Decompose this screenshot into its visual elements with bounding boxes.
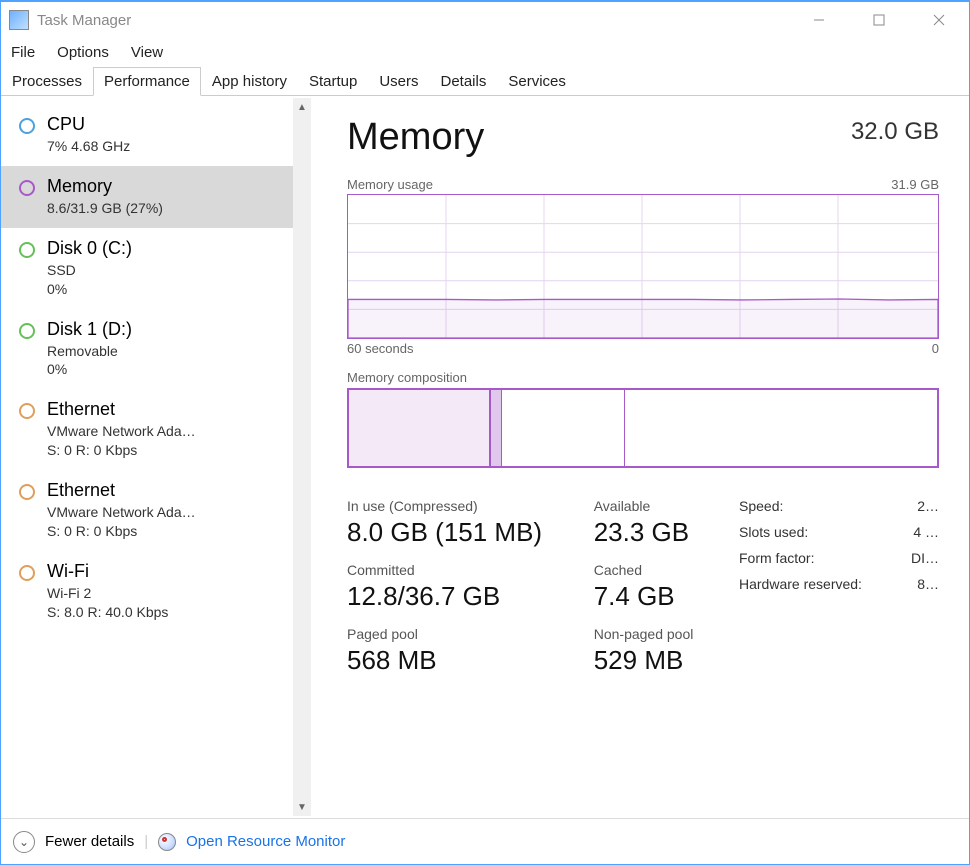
sidebar: CPU 7% 4.68 GHz Memory 8.6/31.9 GB (27%) Dis… (1, 96, 311, 818)
sidebar-item-sub: 8.6/31.9 GB (27%) (47, 199, 163, 218)
status-bullet-icon (19, 118, 35, 134)
sidebar-item-sub: SSD0% (47, 261, 132, 299)
composition-compressed (490, 390, 502, 466)
scroll-down-icon[interactable]: ▼ (293, 798, 311, 816)
sidebar-scrollbar[interactable]: ▲ ▼ (293, 98, 311, 816)
sidebar-item-sub: VMware Network Ada…S: 0 R: 0 Kbps (47, 422, 196, 460)
speed-value: 2… (893, 498, 939, 514)
footer: ⌄ Fewer details | Open Resource Monitor (1, 818, 969, 864)
scroll-up-icon[interactable]: ▲ (293, 98, 311, 116)
maximize-button[interactable] (849, 2, 909, 38)
composition-standby (625, 390, 937, 466)
sidebar-list[interactable]: CPU 7% 4.68 GHz Memory 8.6/31.9 GB (27%) Dis… (1, 96, 311, 818)
sidebar-item-title: Wi-Fi (47, 561, 168, 582)
sidebar-item-disk-0-c-[interactable]: Disk 0 (C:)SSD0% (1, 228, 311, 309)
status-bullet-icon (19, 565, 35, 581)
usage-axis-right: 0 (932, 341, 939, 356)
nonpaged-label: Non-paged pool (594, 626, 717, 642)
usage-axis-left: 60 seconds (347, 341, 414, 356)
sidebar-item-sub: 7% 4.68 GHz (47, 137, 130, 156)
stats-area: In use (Compressed) 8.0 GB (151 MB) Avail… (347, 498, 939, 676)
available-label: Available (594, 498, 717, 514)
committed-label: Committed (347, 562, 566, 578)
menu-view[interactable]: View (127, 42, 167, 63)
status-bullet-icon (19, 242, 35, 258)
sidebar-item-cpu[interactable]: CPU 7% 4.68 GHz (1, 104, 311, 166)
capacity-value: 32.0 GB (851, 118, 939, 146)
paged-value: 568 MB (347, 645, 566, 676)
tab-details[interactable]: Details (430, 67, 498, 95)
sidebar-item-title: Memory (47, 176, 163, 197)
sidebar-item-wi-fi[interactable]: Wi-FiWi-Fi 2S: 8.0 R: 40.0 Kbps (1, 551, 311, 632)
tab-users[interactable]: Users (368, 67, 429, 95)
tabstrip: ProcessesPerformanceApp historyStartupUs… (1, 66, 969, 96)
minimize-button[interactable] (789, 2, 849, 38)
form-value: DI… (893, 550, 939, 566)
sidebar-item-sub: Wi-Fi 2S: 8.0 R: 40.0 Kbps (47, 584, 168, 622)
cached-label: Cached (594, 562, 717, 578)
slots-label: Slots used: (739, 524, 879, 540)
memory-composition-chart (347, 388, 939, 468)
status-bullet-icon (19, 403, 35, 419)
resource-monitor-icon (158, 833, 176, 851)
menu-options[interactable]: Options (53, 42, 113, 63)
close-button[interactable] (909, 2, 969, 38)
sidebar-item-sub: VMware Network Ada…S: 0 R: 0 Kbps (47, 503, 196, 541)
tab-app-history[interactable]: App history (201, 67, 298, 95)
tab-services[interactable]: Services (497, 67, 577, 95)
sidebar-item-ethernet[interactable]: EthernetVMware Network Ada…S: 0 R: 0 Kbp… (1, 389, 311, 470)
available-value: 23.3 GB (594, 517, 717, 548)
nonpaged-value: 529 MB (594, 645, 717, 676)
paged-label: Paged pool (347, 626, 566, 642)
menubar: File Options View (1, 38, 969, 66)
usage-chart-max: 31.9 GB (891, 177, 939, 192)
window-title: Task Manager (37, 12, 131, 29)
composition-modified (502, 390, 625, 466)
page-title: Memory (347, 116, 484, 159)
status-bullet-icon (19, 180, 35, 196)
sidebar-item-title: Ethernet (47, 399, 196, 420)
status-bullet-icon (19, 323, 35, 339)
chevron-down-icon[interactable]: ⌄ (13, 831, 35, 853)
form-label: Form factor: (739, 550, 879, 566)
usage-chart-label: Memory usage (347, 177, 433, 192)
cached-value: 7.4 GB (594, 581, 717, 612)
main-panel: Memory 32.0 GB Memory usage 31.9 GB (311, 96, 969, 818)
memory-usage-chart (347, 194, 939, 339)
sidebar-item-title: Ethernet (47, 480, 196, 501)
tab-startup[interactable]: Startup (298, 67, 368, 95)
composition-inuse (349, 390, 490, 466)
open-resource-monitor-link[interactable]: Open Resource Monitor (186, 833, 345, 850)
slots-value: 4 … (893, 524, 939, 540)
footer-divider: | (144, 833, 148, 850)
body: CPU 7% 4.68 GHz Memory 8.6/31.9 GB (27%) Dis… (1, 96, 969, 818)
inuse-label: In use (Compressed) (347, 498, 566, 514)
committed-value: 12.8/36.7 GB (347, 581, 566, 612)
hwres-value: 8… (893, 576, 939, 592)
window-controls (789, 2, 969, 38)
tab-processes[interactable]: Processes (1, 67, 93, 95)
sidebar-item-disk-1-d-[interactable]: Disk 1 (D:)Removable0% (1, 309, 311, 390)
sidebar-item-ethernet[interactable]: EthernetVMware Network Ada…S: 0 R: 0 Kbp… (1, 470, 311, 551)
menu-file[interactable]: File (7, 42, 39, 63)
tab-performance[interactable]: Performance (93, 67, 201, 96)
sidebar-item-sub: Removable0% (47, 342, 132, 380)
composition-label: Memory composition (347, 370, 939, 385)
sidebar-item-memory[interactable]: Memory 8.6/31.9 GB (27%) (1, 166, 311, 228)
app-icon (9, 10, 29, 30)
sidebar-item-title: Disk 1 (D:) (47, 319, 132, 340)
inuse-value: 8.0 GB (151 MB) (347, 517, 566, 548)
status-bullet-icon (19, 484, 35, 500)
hwres-label: Hardware reserved: (739, 576, 879, 592)
sidebar-item-title: Disk 0 (C:) (47, 238, 132, 259)
speed-label: Speed: (739, 498, 879, 514)
sidebar-item-title: CPU (47, 114, 130, 135)
fewer-details-link[interactable]: Fewer details (45, 833, 134, 850)
